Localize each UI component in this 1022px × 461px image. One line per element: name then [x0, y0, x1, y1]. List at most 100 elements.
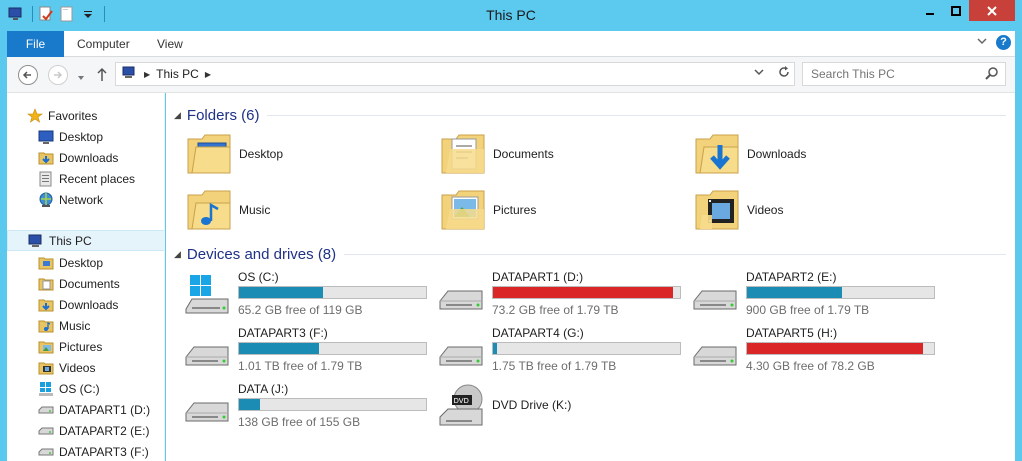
collapse-icon[interactable]: ◢ [174, 249, 181, 260]
folder-downloads[interactable]: Downloads [682, 129, 932, 181]
sidebar-item-desktop[interactable]: Desktop [7, 126, 164, 147]
refresh-button[interactable] [778, 66, 790, 81]
drive-name: DATAPART5 (H:) [746, 326, 838, 340]
network-icon [38, 192, 54, 208]
folder-videos[interactable]: Videos [682, 185, 932, 237]
forward-button[interactable] [48, 65, 68, 85]
drive-datapart3-f[interactable]: DATAPART3 (F:) 1.01 TB free of 1.79 TB [174, 324, 428, 378]
drive-data-j[interactable]: DATA (J:) 138 GB free of 155 GB [174, 380, 428, 434]
ribbon-controls: ? [976, 35, 1011, 50]
sidebar-item-recent-places[interactable]: Recent places [7, 168, 164, 189]
drives-section-header[interactable]: ◢ Devices and drives (8) [174, 244, 1006, 264]
sidebar-item-label: Recent places [59, 171, 136, 186]
hard-drive-icon [38, 402, 54, 418]
sidebar-item-documents[interactable]: Documents [7, 273, 164, 294]
drive-name: DATAPART1 (D:) [492, 270, 584, 284]
desktop-folder-icon [38, 255, 54, 271]
sidebar-item-pictures[interactable]: Pictures [7, 336, 164, 357]
drive-usage-bar [746, 286, 935, 299]
window-controls [917, 0, 1015, 21]
hard-drive-icon [692, 271, 740, 319]
search-box[interactable] [802, 62, 1006, 86]
drive-datapart5-h[interactable]: DATAPART5 (H:) 4.30 GB free of 78.2 GB [682, 324, 936, 378]
section-divider [267, 114, 1006, 116]
usage-fill [239, 287, 324, 298]
expand-ribbon-icon[interactable] [976, 35, 988, 50]
sidebar-item-label: Documents [59, 276, 120, 291]
folder-label: Videos [747, 203, 784, 217]
breadcrumb-arrow-icon[interactable]: ▶ [144, 70, 150, 79]
window-title: This PC [486, 7, 536, 23]
section-title: Devices and drives (8) [186, 245, 337, 263]
sidebar-item-downloads[interactable]: Downloads [7, 294, 164, 315]
sidebar-item-this-pc[interactable]: This PC [7, 230, 164, 251]
drive-name: DVD Drive (K:) [492, 398, 572, 412]
windows-drive-icon [38, 381, 54, 397]
sidebar-item-label: Desktop [59, 129, 104, 144]
star-icon [27, 107, 43, 124]
music-folder-icon [186, 185, 232, 233]
folder-pictures[interactable]: Pictures [428, 185, 678, 237]
address-bar[interactable]: ▶ This PC ▶ [115, 62, 795, 86]
drive-datapart4-g[interactable]: DATAPART4 (G:) 1.75 TB free of 1.79 TB [428, 324, 682, 378]
sidebar-item-label: Music [59, 318, 91, 333]
up-button[interactable] [95, 66, 109, 85]
drive-free-space: 1.01 TB free of 1.79 TB [238, 359, 363, 373]
up-arrow-icon [97, 67, 107, 81]
drive-name: DATAPART3 (F:) [238, 326, 328, 340]
sidebar-item-label: Favorites [48, 108, 98, 123]
hard-drive-icon [184, 327, 232, 375]
drive-usage-bar [492, 286, 681, 299]
back-arrow-icon [22, 71, 31, 79]
sidebar-item-videos[interactable]: Videos [7, 357, 164, 378]
search-icon[interactable] [985, 66, 999, 83]
sidebar-item-label: Pictures [59, 339, 103, 354]
sidebar-item-datapart2[interactable]: DATAPART2 (E:) [7, 420, 164, 441]
drive-datapart1-d[interactable]: DATAPART1 (D:) 73.2 GB free of 1.79 TB [428, 268, 682, 322]
tab-view[interactable]: View [157, 31, 183, 57]
maximize-button[interactable] [943, 0, 969, 21]
downloads-folder-icon [694, 129, 740, 177]
sidebar-item-favorites[interactable]: Favorites [7, 105, 164, 126]
folders-section-header[interactable]: ◢ Folders (6) [174, 105, 1006, 125]
section-divider [344, 253, 1006, 255]
sidebar-item-datapart1[interactable]: DATAPART1 (D:) [7, 399, 164, 420]
drive-os-c[interactable]: OS (C:) 65.2 GB free of 119 GB [174, 268, 428, 322]
breadcrumb-item-this-pc[interactable]: This PC [156, 67, 199, 81]
folder-documents[interactable]: Documents [428, 129, 678, 181]
sidebar-item-desktop[interactable]: Desktop [7, 252, 164, 273]
collapse-icon[interactable]: ◢ [174, 110, 181, 121]
breadcrumb: ▶ This PC ▶ [116, 66, 211, 83]
pictures-folder-icon [38, 339, 54, 355]
tab-computer[interactable]: Computer [77, 31, 130, 57]
sidebar-item-downloads[interactable]: Downloads [7, 147, 164, 168]
sidebar-item-network[interactable]: Network [7, 189, 164, 210]
recent-locations-icon[interactable] [77, 71, 85, 85]
drive-datapart2-e[interactable]: DATAPART2 (E:) 900 GB free of 1.79 TB [682, 268, 936, 322]
sidebar-item-music[interactable]: Music [7, 315, 164, 336]
sidebar-item-label: This PC [49, 233, 92, 248]
documents-folder-icon [38, 276, 54, 292]
usage-fill [747, 343, 923, 354]
downloads-folder-icon [38, 297, 54, 313]
windows-drive-icon [184, 271, 232, 319]
help-icon[interactable]: ? [996, 35, 1011, 50]
folder-label: Pictures [493, 203, 537, 217]
sidebar-item-label: OS (C:) [59, 381, 100, 396]
drive-dvd-k[interactable]: DVD DVD Drive (K:) [428, 380, 682, 434]
back-button[interactable] [18, 65, 38, 85]
sidebar-item-datapart3[interactable]: DATAPART3 (F:) [7, 441, 164, 461]
desktop-folder-icon [186, 129, 232, 177]
search-input[interactable] [803, 63, 973, 85]
close-button[interactable] [969, 0, 1015, 21]
folder-music[interactable]: Music [174, 185, 424, 237]
sidebar-item-label: DATAPART3 (F:) [59, 444, 149, 459]
sidebar-item-os-c[interactable]: OS (C:) [7, 378, 164, 399]
forward-arrow-icon [54, 71, 63, 79]
folder-desktop[interactable]: Desktop [174, 129, 424, 181]
breadcrumb-arrow-icon[interactable]: ▶ [205, 70, 211, 79]
sidebar-item-label: DATAPART1 (D:) [59, 402, 151, 417]
address-history-dropdown[interactable] [754, 66, 764, 81]
tab-file[interactable]: File [7, 31, 64, 57]
minimize-button[interactable] [917, 0, 943, 21]
